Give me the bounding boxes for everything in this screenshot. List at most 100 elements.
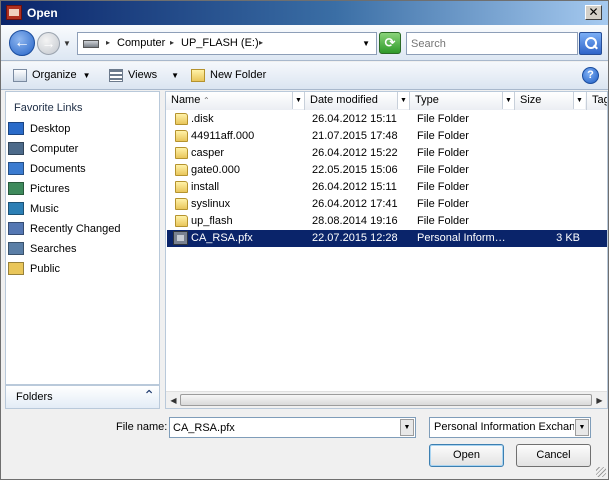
file-row[interactable]: up_flash 28.08.2014 19:16 File Folder <box>167 213 607 230</box>
favorite-links-heading: Favorite Links <box>14 102 83 114</box>
sidebar-item-recently-changed[interactable]: Recently Changed <box>6 220 159 238</box>
documents-icon <box>8 162 24 175</box>
sidebar-item-label: Pictures <box>30 183 70 195</box>
folders-label: Folders <box>16 391 53 403</box>
column-type-dropdown[interactable]: ▼ <box>502 92 514 109</box>
folder-icon <box>175 113 188 125</box>
sidebar-item-pictures[interactable]: Pictures <box>6 180 159 198</box>
file-type: File Folder <box>417 181 469 193</box>
chevron-up-icon: ⌃ <box>143 387 155 403</box>
navigation-bar: ← → ▼ ▸ Computer ▸ UP_FLASH (E:) ▸ ▼ ⟳ <box>1 25 608 61</box>
folders-toggle[interactable]: Folders ⌃ <box>5 385 160 409</box>
sidebar-item-desktop[interactable]: Desktop <box>6 120 159 138</box>
column-size-dropdown[interactable]: ▼ <box>573 92 585 109</box>
new-folder-label: New Folder <box>210 69 267 81</box>
sort-arrow-icon: ⌃ <box>203 96 210 105</box>
file-name: up_flash <box>191 215 233 227</box>
arrow-right-icon: → <box>41 35 56 51</box>
folder-icon <box>175 215 188 227</box>
chevron-down-icon[interactable]: ▼ <box>362 39 370 48</box>
file-list: Name ⌃ ▼ Date modified ▼ Type ▼ Size ▼ T… <box>165 91 608 409</box>
folder-icon <box>175 164 188 176</box>
file-date: 22.05.2015 15:06 <box>312 164 398 176</box>
column-header-tags[interactable]: Tags <box>587 92 607 110</box>
sidebar-item-documents[interactable]: Documents <box>6 160 159 178</box>
chevron-right-icon[interactable]: ▸ <box>106 38 110 47</box>
file-type-select[interactable]: Personal Information Exchange ▼ <box>429 417 591 438</box>
file-row[interactable]: gate0.000 22.05.2015 15:06 File Folder <box>167 162 607 179</box>
forward-button[interactable]: → <box>37 32 60 55</box>
scroll-thumb[interactable] <box>180 394 592 406</box>
resize-grip[interactable] <box>596 467 606 477</box>
desktop-icon <box>8 122 24 135</box>
help-button[interactable]: ? <box>582 67 599 84</box>
views-icon <box>109 68 123 82</box>
search-button[interactable] <box>579 32 602 55</box>
column-name-dropdown[interactable]: ▼ <box>292 92 304 109</box>
title-bar[interactable]: Open ✕ <box>1 1 608 25</box>
close-button[interactable]: ✕ <box>585 5 602 20</box>
searches-icon <box>8 242 24 255</box>
file-row[interactable]: .disk 26.04.2012 15:11 File Folder <box>167 111 607 128</box>
column-header-type[interactable]: Type <box>410 92 515 110</box>
back-button[interactable]: ← <box>9 30 35 56</box>
scroll-right-button[interactable]: ▶ <box>593 394 606 407</box>
recent-pages-dropdown[interactable]: ▼ <box>63 39 71 48</box>
sidebar-item-searches[interactable]: Searches <box>6 240 159 258</box>
column-header-name[interactable]: Name ⌃ <box>166 92 305 110</box>
chevron-right-icon[interactable]: ▸ <box>170 38 174 47</box>
column-name-label: Name <box>171 94 201 106</box>
file-row[interactable]: CA_RSA.pfx 22.07.2015 12:28 Personal Infor… <box>167 230 607 247</box>
file-row[interactable]: casper 26.04.2012 15:22 File Folder <box>167 145 607 162</box>
new-folder-button[interactable]: New Folder <box>191 68 266 84</box>
chevron-down-icon: ▼ <box>82 71 91 80</box>
file-name-combo[interactable]: ▼ <box>169 417 416 438</box>
column-date-dropdown[interactable]: ▼ <box>397 92 409 109</box>
folder-icon <box>8 262 24 275</box>
folder-icon <box>175 147 188 159</box>
sidebar-item-label: Searches <box>30 243 77 255</box>
file-name: 44911aff.000 <box>191 130 255 142</box>
file-row[interactable]: 44911aff.000 21.07.2015 17:48 File Folder <box>167 128 607 145</box>
address-bar[interactable]: ▸ Computer ▸ UP_FLASH (E:) ▸ ▼ <box>77 32 377 55</box>
cancel-button[interactable]: Cancel <box>516 444 591 467</box>
folder-icon <box>175 130 188 142</box>
breadcrumb-computer[interactable]: Computer <box>117 37 165 49</box>
file-type-dropdown[interactable]: ▼ <box>575 419 589 436</box>
file-type: Personal Inform… <box>417 232 506 244</box>
music-icon <box>8 202 24 215</box>
file-date: 21.07.2015 17:48 <box>312 130 398 142</box>
sidebar-item-label: Recently Changed <box>30 223 121 235</box>
file-row[interactable]: syslinux 26.04.2012 17:41 File Folder <box>167 196 607 213</box>
refresh-icon: ⟳ <box>384 35 396 50</box>
file-date: 28.08.2014 19:16 <box>312 215 398 227</box>
close-icon: ✕ <box>588 5 599 19</box>
sidebar-item-music[interactable]: Music <box>6 200 159 218</box>
chevron-right-icon[interactable]: ▸ <box>259 38 263 47</box>
sidebar-item-computer[interactable]: Computer <box>6 140 159 158</box>
sidebar-item-label: Public <box>30 263 60 275</box>
file-row[interactable]: install 26.04.2012 15:11 File Folder <box>167 179 607 196</box>
open-button[interactable]: Open <box>429 444 504 467</box>
column-header-date[interactable]: Date modified <box>305 92 410 110</box>
file-name: casper <box>191 147 225 159</box>
views-button[interactable]: Views ▼ <box>109 68 179 84</box>
file-type: File Folder <box>417 198 469 210</box>
file-name-input[interactable] <box>172 419 400 436</box>
search-input[interactable] <box>406 32 578 55</box>
sidebar-item-label: Documents <box>30 163 86 175</box>
column-date-label: Date modified <box>310 94 378 106</box>
navigation-pane: Favorite Links Desktop Computer Documents P… <box>5 91 160 385</box>
app-icon <box>6 5 22 20</box>
file-name: syslinux <box>191 198 231 210</box>
organize-button[interactable]: Organize ▼ <box>13 68 91 84</box>
refresh-button[interactable]: ⟳ <box>379 32 401 54</box>
file-name: CA_RSA.pfx <box>191 232 253 244</box>
file-name-dropdown[interactable]: ▼ <box>400 419 414 436</box>
scroll-left-button[interactable]: ◀ <box>167 394 180 407</box>
breadcrumb-drive[interactable]: UP_FLASH (E:) <box>181 37 259 49</box>
column-tags-label: Tags <box>592 94 607 106</box>
horizontal-scrollbar[interactable]: ◀ ▶ <box>166 391 607 408</box>
file-type: File Folder <box>417 113 469 125</box>
sidebar-item-public[interactable]: Public <box>6 260 159 278</box>
